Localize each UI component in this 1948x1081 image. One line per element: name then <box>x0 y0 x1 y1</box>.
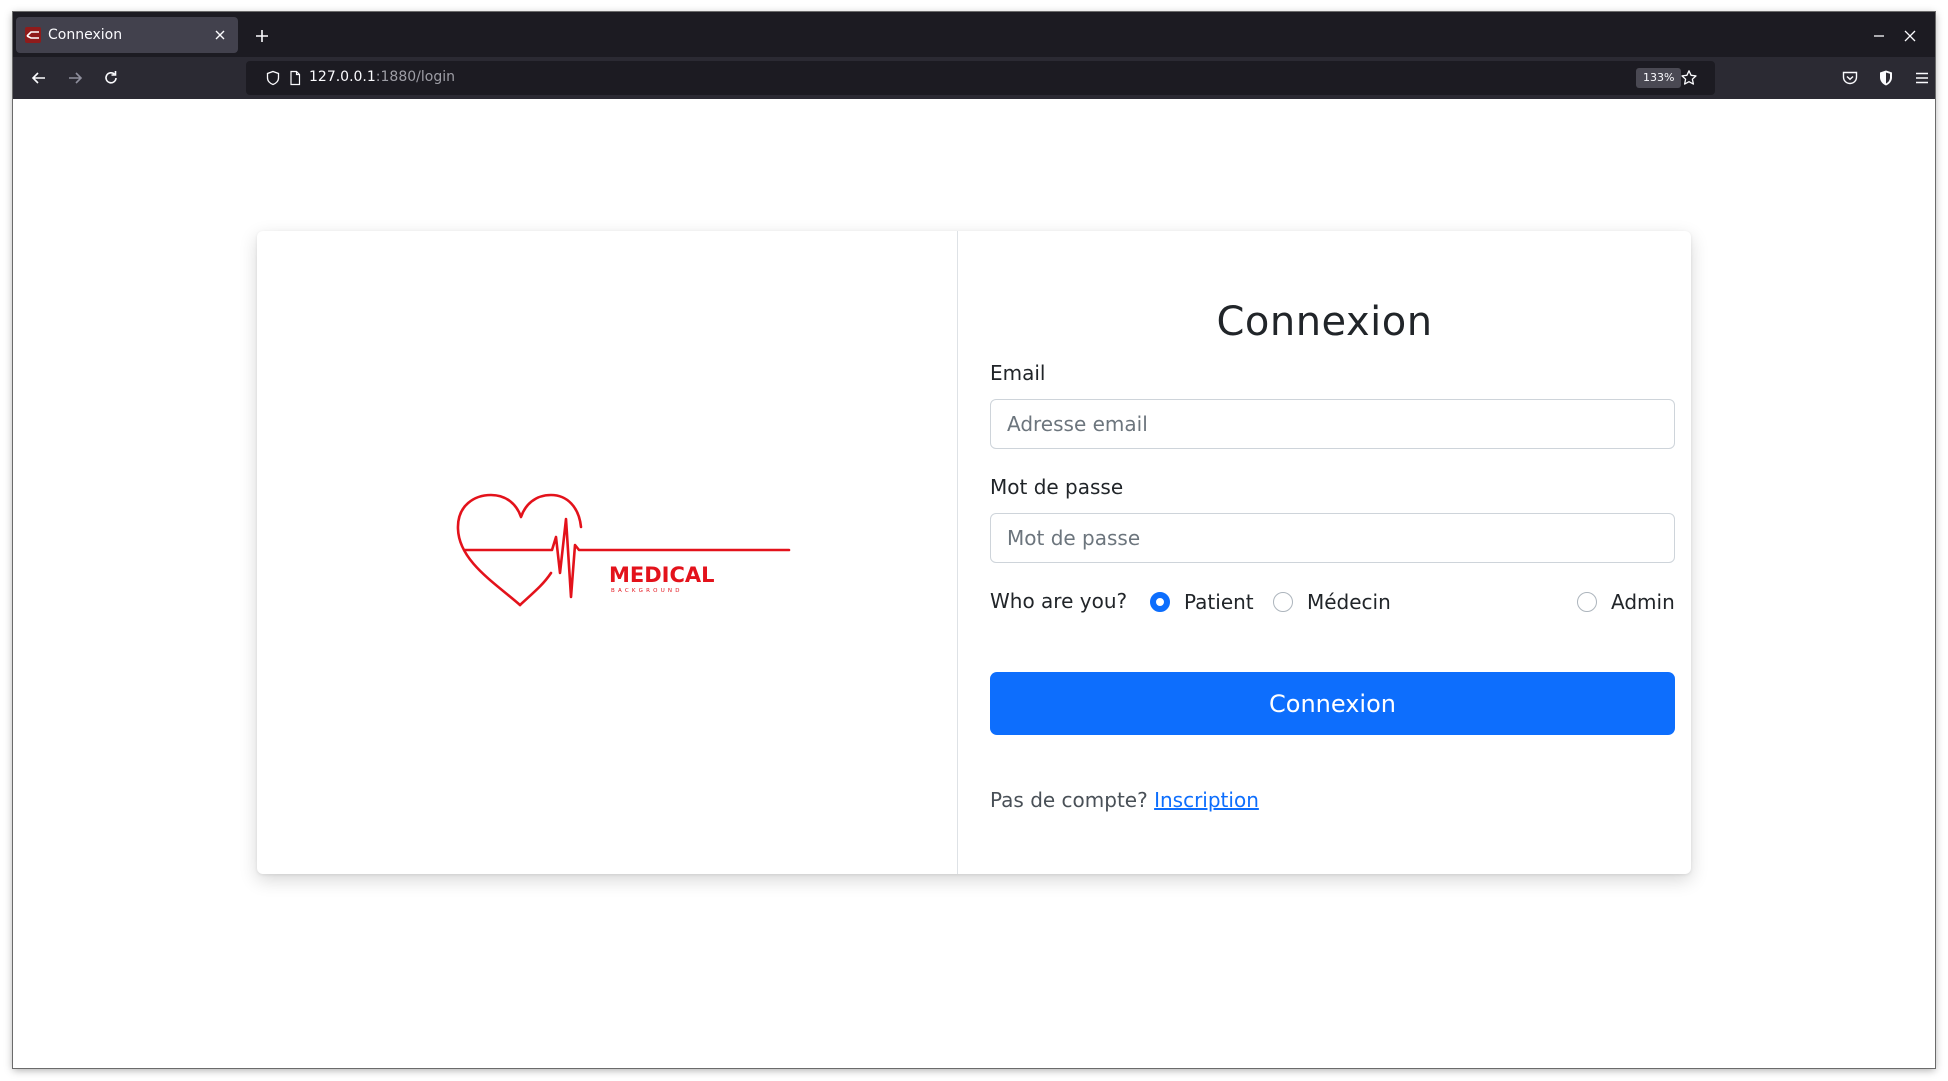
url-text[interactable]: 127.0.0.1:1880/login <box>309 69 455 85</box>
url-path: :1880/login <box>375 69 455 85</box>
medical-logo-icon: MEDICAL BACKGROUND <box>456 493 791 607</box>
logo-word: MEDICAL <box>609 563 715 587</box>
email-input[interactable] <box>990 399 1675 449</box>
login-form: Connexion Email Mot de passe Who are you… <box>958 231 1691 874</box>
radio-admin[interactable] <box>1577 592 1597 612</box>
signup-link[interactable]: Inscription <box>1154 788 1259 812</box>
page-icon[interactable] <box>286 69 304 87</box>
radio-medecin[interactable] <box>1273 592 1293 612</box>
role-label-admin: Admin <box>1611 590 1675 614</box>
logo-subword: BACKGROUND <box>611 588 683 594</box>
role-label-medecin: Médecin <box>1307 590 1391 614</box>
tab-connexion[interactable]: Connexion <box>16 17 238 53</box>
radio-patient[interactable] <box>1150 592 1170 612</box>
favicon-icon <box>24 26 42 44</box>
extension-shield-icon[interactable] <box>1872 64 1900 92</box>
minimize-icon[interactable] <box>1867 24 1891 48</box>
bookmark-star-icon[interactable] <box>1679 68 1699 88</box>
reload-icon[interactable] <box>96 64 126 92</box>
role-option-admin[interactable]: Admin <box>1577 586 1675 618</box>
url-bar[interactable]: 127.0.0.1:1880/login 133% <box>246 61 1715 95</box>
tab-title: Connexion <box>48 27 123 43</box>
password-input[interactable] <box>990 513 1675 563</box>
pocket-icon[interactable] <box>1836 64 1864 92</box>
role-prompt: Who are you? <box>990 589 1128 613</box>
login-card: MEDICAL BACKGROUND Connexion Email Mot d… <box>257 231 1691 874</box>
window-close-icon[interactable] <box>1898 24 1922 48</box>
browser-window: Connexion 127.0.0.1:1880/login 133% MEDI… <box>13 12 1935 1068</box>
close-tab-icon[interactable] <box>208 23 232 47</box>
login-title: Connexion <box>1216 299 1433 345</box>
page-content: MEDICAL BACKGROUND Connexion Email Mot d… <box>13 99 1935 1068</box>
zoom-level-badge[interactable]: 133% <box>1636 68 1682 88</box>
password-label: Mot de passe <box>990 475 1124 499</box>
navigation-bar: 127.0.0.1:1880/login 133% <box>13 57 1935 99</box>
tab-strip: Connexion <box>13 12 1935 57</box>
forward-arrow-icon[interactable] <box>60 64 90 92</box>
signup-text: Pas de compte? <box>990 788 1148 812</box>
url-host: 127.0.0.1 <box>309 69 376 85</box>
signup-prompt: Pas de compte? Inscription <box>990 788 1259 812</box>
role-selector: Who are you? Patient Médecin Admin <box>990 586 1675 618</box>
email-label: Email <box>990 361 1046 385</box>
new-tab-icon[interactable] <box>250 24 274 48</box>
login-submit-button[interactable]: Connexion <box>990 672 1675 735</box>
menu-hamburger-icon[interactable] <box>1908 64 1935 92</box>
role-label-patient: Patient <box>1184 590 1254 614</box>
role-option-medecin[interactable]: Médecin <box>1273 586 1391 618</box>
back-arrow-icon[interactable] <box>24 64 54 92</box>
shield-icon[interactable] <box>264 69 282 87</box>
role-option-patient[interactable]: Patient <box>1150 586 1254 618</box>
logo-panel: MEDICAL BACKGROUND <box>257 231 958 874</box>
